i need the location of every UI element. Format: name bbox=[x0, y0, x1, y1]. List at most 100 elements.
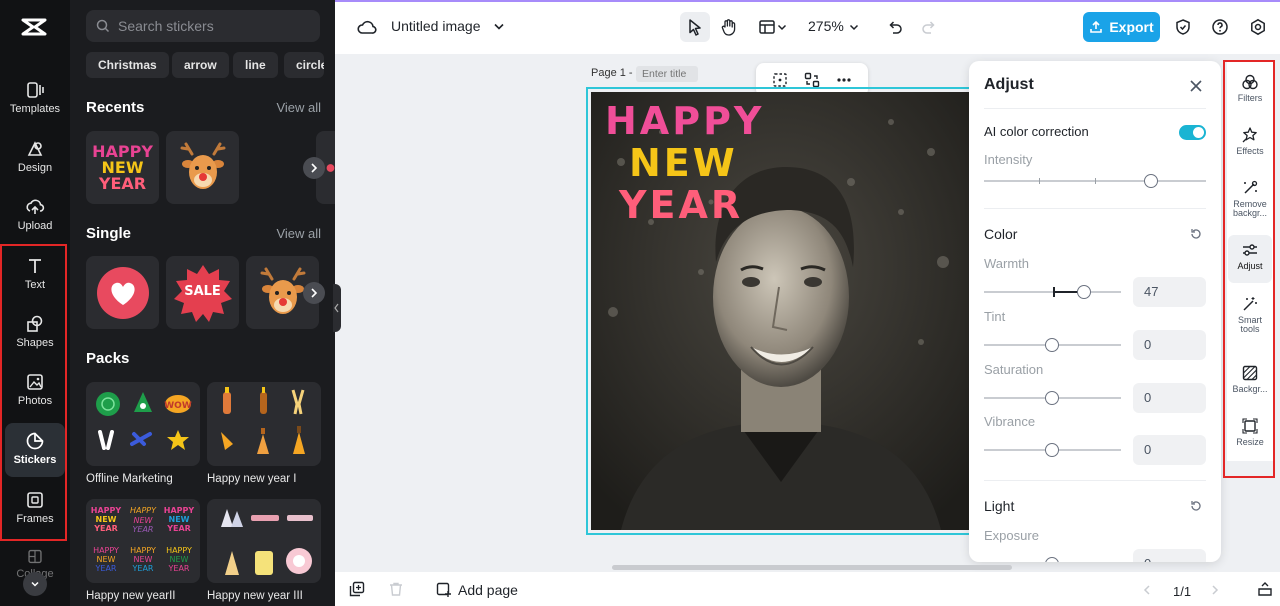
select-tool-button[interactable] bbox=[680, 12, 710, 42]
pack-offline-marketing[interactable]: WOW bbox=[86, 382, 200, 466]
cursor-arrow-icon bbox=[689, 19, 701, 36]
cloud-save-icon[interactable] bbox=[353, 13, 381, 41]
help-icon bbox=[1212, 19, 1228, 35]
top-bar: Untitled image 275% Export bbox=[335, 0, 1280, 54]
expand-up-icon bbox=[1258, 582, 1272, 596]
rail-item-shapes[interactable]: Shapes bbox=[5, 306, 65, 360]
warmth-slider-knob[interactable] bbox=[1077, 285, 1091, 299]
rail-item-text[interactable]: Text bbox=[5, 248, 65, 302]
tint-value-input[interactable]: 0 bbox=[1133, 330, 1206, 360]
tool-label: Remove backgr... bbox=[1232, 200, 1268, 219]
tool-effects[interactable]: Effects bbox=[1228, 120, 1272, 170]
tool-adjust[interactable]: Adjust bbox=[1228, 235, 1272, 283]
next-page-button[interactable] bbox=[1209, 584, 1221, 596]
exposure-value-input[interactable]: 0 bbox=[1133, 549, 1206, 562]
tool-smart-tools[interactable]: Smart tools bbox=[1228, 289, 1272, 343]
sticker-reindeer[interactable] bbox=[166, 131, 239, 204]
rail-scroll-down-button[interactable] bbox=[23, 572, 47, 596]
rail-label: Photos bbox=[17, 395, 53, 407]
tool-background[interactable]: Backgr... bbox=[1228, 358, 1272, 408]
saturation-slider-knob[interactable] bbox=[1045, 391, 1059, 405]
duplicate-page-button[interactable] bbox=[349, 581, 365, 597]
ai-color-correction-toggle[interactable] bbox=[1179, 125, 1206, 140]
new-year-text-overlay[interactable]: HAPPY NEW YEAR bbox=[605, 102, 764, 224]
chip-arrow[interactable]: arrow bbox=[172, 52, 229, 78]
recents-next-button[interactable] bbox=[303, 157, 325, 179]
single-view-all-link[interactable]: View all bbox=[276, 226, 321, 241]
horizontal-scrollbar[interactable] bbox=[612, 565, 1012, 570]
saturation-value-input[interactable]: 0 bbox=[1133, 383, 1206, 413]
tool-resize[interactable]: Resize bbox=[1228, 411, 1272, 461]
page-title-input[interactable] bbox=[636, 66, 698, 82]
rail-item-frames[interactable]: Frames bbox=[5, 482, 65, 536]
panel-collapse-handle[interactable] bbox=[333, 284, 341, 332]
redo-button[interactable] bbox=[915, 13, 943, 41]
recents-view-all-link[interactable]: View all bbox=[276, 100, 321, 115]
tool-label: Backgr... bbox=[1232, 384, 1268, 394]
capcut-logo-icon[interactable] bbox=[20, 14, 48, 40]
canvas-photo[interactable]: HAPPY NEW YEAR bbox=[591, 92, 971, 530]
chevron-right-icon bbox=[311, 288, 318, 298]
pack-happy-new-year-2[interactable]: HAPPY NEW YEAR HAPPY NEW YEAR HAPPY NEW … bbox=[86, 499, 200, 583]
color-reset-button[interactable] bbox=[1189, 227, 1203, 241]
previous-page-button[interactable] bbox=[1141, 584, 1153, 596]
pack-preview-icon bbox=[221, 387, 305, 454]
single-next-button[interactable] bbox=[303, 282, 325, 304]
rail-item-upload[interactable]: Upload bbox=[5, 189, 65, 243]
settings-button[interactable] bbox=[1244, 13, 1272, 41]
rail-item-photos[interactable]: Photos bbox=[5, 364, 65, 418]
page-counter: 1/1 bbox=[1173, 584, 1192, 599]
intensity-slider-knob[interactable] bbox=[1144, 174, 1158, 188]
close-button[interactable] bbox=[1187, 77, 1205, 95]
vibrance-label: Vibrance bbox=[984, 414, 1036, 429]
shapes-icon bbox=[27, 315, 43, 332]
vibrance-slider-knob[interactable] bbox=[1045, 443, 1059, 457]
tool-label: Adjust bbox=[1237, 261, 1263, 271]
heart-icon bbox=[326, 163, 335, 172]
undo-button[interactable] bbox=[881, 13, 909, 41]
add-page-button[interactable]: Add page bbox=[436, 582, 518, 598]
chip-christmas[interactable]: Christmas bbox=[86, 52, 169, 78]
warmth-value-input[interactable]: 47 bbox=[1133, 277, 1206, 307]
chevron-down-icon[interactable] bbox=[775, 13, 789, 41]
adjust-panel: Adjust AI color correction Intensity Col… bbox=[969, 61, 1221, 562]
sticker-search[interactable] bbox=[86, 10, 320, 42]
exposure-label: Exposure bbox=[984, 528, 1039, 543]
export-icon bbox=[1090, 20, 1103, 33]
rail-item-templates[interactable]: Templates bbox=[5, 72, 65, 126]
rail-item-design[interactable]: Design bbox=[5, 131, 65, 185]
right-toolbar: Filters Effects Remove backgr... Adjust … bbox=[1227, 61, 1273, 461]
sticker-happy-new-year[interactable]: HAPPY NEW YEAR bbox=[86, 131, 159, 204]
tint-slider-knob[interactable] bbox=[1045, 338, 1059, 352]
chevron-down-icon[interactable] bbox=[485, 13, 513, 41]
chip-circle[interactable]: circle bbox=[284, 52, 324, 78]
search-input[interactable] bbox=[118, 18, 308, 34]
svg-text:HAPPY: HAPPY bbox=[166, 546, 192, 555]
pack-happy-new-year-1[interactable] bbox=[207, 382, 321, 466]
zoom-level[interactable]: 275% bbox=[808, 18, 844, 34]
hand-tool-button[interactable] bbox=[715, 13, 743, 41]
tool-filters[interactable]: Filters bbox=[1228, 67, 1272, 117]
chip-line[interactable]: line bbox=[233, 52, 278, 78]
rail-item-stickers[interactable]: Stickers bbox=[5, 423, 65, 477]
sticker-sale[interactable]: SALE bbox=[166, 256, 239, 329]
sticker-heart[interactable] bbox=[86, 256, 159, 329]
chevron-down-icon[interactable] bbox=[846, 13, 862, 41]
exposure-slider-knob[interactable] bbox=[1045, 557, 1059, 562]
svg-text:HAPPY: HAPPY bbox=[164, 506, 195, 515]
vibrance-value-input[interactable]: 0 bbox=[1133, 435, 1206, 465]
svg-text:HAPPY: HAPPY bbox=[130, 506, 157, 515]
light-reset-button[interactable] bbox=[1189, 499, 1203, 513]
heart-icon bbox=[96, 266, 149, 319]
shield-button[interactable] bbox=[1169, 13, 1197, 41]
pack-happy-new-year-3[interactable] bbox=[207, 499, 321, 583]
tool-label: Smart tools bbox=[1237, 315, 1262, 335]
help-button[interactable] bbox=[1206, 13, 1234, 41]
overlay-line: YEAR bbox=[619, 183, 744, 227]
export-button[interactable]: Export bbox=[1083, 12, 1160, 42]
document-title[interactable]: Untitled image bbox=[391, 18, 481, 34]
recents-title: Recents bbox=[86, 99, 145, 116]
pages-panel-toggle[interactable] bbox=[1257, 581, 1273, 597]
delete-page-button[interactable] bbox=[388, 581, 404, 597]
tool-remove-background[interactable]: Remove backgr... bbox=[1228, 173, 1272, 231]
